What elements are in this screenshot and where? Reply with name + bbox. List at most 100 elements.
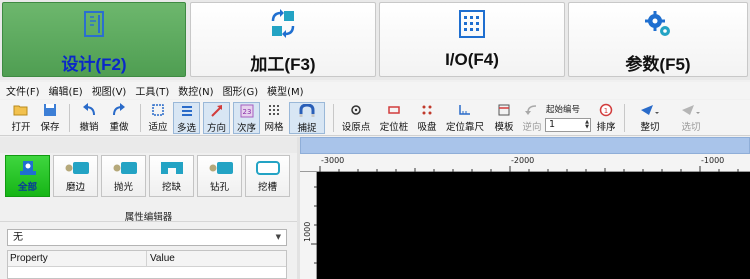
ruler-label-y1: 1000 bbox=[303, 221, 312, 242]
sort-label: 排序 bbox=[596, 122, 616, 133]
all-parts-icon bbox=[19, 161, 36, 175]
direction-toggle[interactable]: 方向 bbox=[203, 102, 230, 134]
category-edge-grind-label: 磨边 bbox=[65, 182, 85, 193]
category-edge-grind[interactable]: 磨边 bbox=[53, 155, 98, 197]
gears-icon bbox=[645, 11, 670, 36]
column-value[interactable]: Value bbox=[148, 251, 286, 267]
multiselect-label: 多选 bbox=[176, 123, 196, 134]
polish-icon bbox=[113, 162, 137, 174]
save-label: 保存 bbox=[40, 122, 60, 133]
menu-view[interactable]: 视图(V) bbox=[92, 83, 127, 98]
toolbar-separator bbox=[624, 104, 625, 132]
svg-text:23: 23 bbox=[242, 108, 251, 116]
menu-graphics[interactable]: 图形(G) bbox=[223, 83, 259, 98]
order-number-icon: 23 bbox=[240, 104, 253, 118]
property-grid: Property Value bbox=[7, 250, 287, 279]
template-label: 模板 bbox=[494, 122, 514, 133]
category-all[interactable]: 全部 bbox=[5, 155, 50, 197]
category-all-label: 全部 bbox=[17, 182, 37, 193]
horizontal-ruler: -3000 -2000 -1000 bbox=[300, 154, 750, 172]
template-icon bbox=[498, 104, 510, 116]
groove-icon bbox=[255, 161, 280, 175]
open-label: 打开 bbox=[11, 122, 31, 133]
menu-model[interactable]: 模型(M) bbox=[267, 83, 303, 98]
suction-button[interactable]: 吸盘 bbox=[414, 102, 440, 134]
save-button[interactable]: 保存 bbox=[37, 102, 63, 134]
menu-nc[interactable]: 数控(N) bbox=[178, 83, 213, 98]
property-type-value: 无 bbox=[13, 232, 23, 243]
reverse-direction-icon bbox=[525, 105, 537, 115]
open-button[interactable]: 打开 bbox=[8, 102, 34, 134]
chevron-down-icon[interactable]: ▼ bbox=[276, 230, 281, 245]
category-polish[interactable]: 抛光 bbox=[101, 155, 146, 197]
menu-tools[interactable]: 工具(T) bbox=[135, 83, 169, 98]
redo-button[interactable]: 重做 bbox=[106, 102, 132, 134]
ruler-label-x3: -1000 bbox=[701, 156, 725, 165]
svg-text:1: 1 bbox=[604, 107, 608, 115]
start-number-title: 起始编号 bbox=[546, 105, 581, 115]
fit-button[interactable]: 适应 bbox=[146, 102, 170, 134]
category-polish-label: 抛光 bbox=[113, 182, 133, 193]
toolbar-separator bbox=[140, 104, 141, 132]
tab-process[interactable]: 加工(F3) bbox=[190, 2, 376, 77]
redo-arrow-icon bbox=[113, 103, 125, 116]
property-grid-header: Property Value bbox=[8, 251, 286, 267]
ruler-label-x1: -3000 bbox=[321, 156, 345, 165]
multiselect-toggle[interactable]: 多选 bbox=[173, 102, 200, 134]
set-origin-button[interactable]: 设原点 bbox=[340, 102, 372, 134]
edge-grind-icon bbox=[65, 162, 89, 174]
process-arrows-icon bbox=[271, 9, 295, 38]
tab-design[interactable]: 设计(F2) bbox=[2, 2, 186, 77]
fit-label: 适应 bbox=[148, 122, 168, 133]
property-type-select[interactable]: 无 ▼ bbox=[7, 229, 287, 246]
sort-number-icon: 1 bbox=[599, 103, 613, 117]
spin-arrows-icon[interactable]: ▲ ▼ bbox=[585, 120, 589, 130]
drawing-canvas[interactable] bbox=[317, 172, 750, 279]
category-drill-label: 钻孔 bbox=[209, 182, 229, 193]
set-origin-label: 设原点 bbox=[341, 122, 371, 133]
folder-open-icon bbox=[13, 105, 28, 116]
snap-toggle[interactable]: 捕捉 bbox=[289, 102, 325, 134]
design-ruler-icon bbox=[84, 11, 104, 37]
sort-button[interactable]: 1 排序 bbox=[594, 102, 618, 134]
menu-bar: 文件(F) 编辑(E) 视图(V) 工具(T) 数控(N) 图形(G) 模型(M… bbox=[0, 82, 750, 99]
suction-label: 吸盘 bbox=[417, 122, 437, 133]
locate-pile-button[interactable]: 定位桩 bbox=[378, 102, 410, 134]
order-toggle[interactable]: 23 次序 bbox=[233, 102, 260, 134]
tab-design-label: 设计(F2) bbox=[61, 55, 127, 74]
undo-label: 撤销 bbox=[79, 122, 99, 133]
category-groove[interactable]: 挖槽 bbox=[245, 155, 290, 197]
whole-cut-button[interactable]: 整切 bbox=[631, 102, 669, 134]
grid-toggle[interactable]: 网格 bbox=[262, 102, 286, 134]
category-drill[interactable]: 钻孔 bbox=[197, 155, 242, 197]
category-notch[interactable]: 挖缺 bbox=[149, 155, 194, 197]
mode-tab-bar: 设计(F2) 加工(F3) I/O(F4) 参数(F5) bbox=[0, 0, 750, 80]
tab-io-label: I/O(F4) bbox=[445, 50, 499, 69]
column-property[interactable]: Property bbox=[8, 251, 147, 267]
tab-params-label: 参数(F5) bbox=[625, 55, 691, 74]
locate-ruler-button[interactable]: 定位靠尺 bbox=[444, 102, 486, 134]
template-button[interactable]: 模板 bbox=[491, 102, 517, 134]
origin-target-icon bbox=[351, 105, 361, 115]
undo-button[interactable]: 撤销 bbox=[76, 102, 102, 134]
undo-arrow-icon bbox=[83, 103, 95, 116]
vertical-ruler: 1000 bbox=[300, 172, 317, 279]
menu-file[interactable]: 文件(F) bbox=[6, 83, 40, 98]
multiselect-list-icon bbox=[181, 106, 192, 116]
magnet-snap-icon bbox=[299, 104, 315, 117]
category-notch-label: 挖缺 bbox=[161, 182, 181, 193]
snap-label: 捕捉 bbox=[297, 123, 317, 134]
locate-pile-label: 定位桩 bbox=[379, 122, 409, 133]
save-disk-icon bbox=[44, 104, 56, 116]
toolbar-separator bbox=[69, 104, 70, 132]
start-number-spinbox[interactable]: 1 ▲ ▼ bbox=[545, 118, 591, 132]
reverse-button[interactable]: 逆向 bbox=[520, 102, 544, 134]
locate-pile-icon bbox=[388, 106, 400, 114]
select-cut-label: 选切 bbox=[681, 122, 701, 133]
select-cut-button[interactable]: 选切 bbox=[672, 102, 710, 134]
tab-params[interactable]: 参数(F5) bbox=[568, 2, 748, 77]
suction-cup-icon bbox=[422, 105, 432, 115]
menu-edit[interactable]: 编辑(E) bbox=[49, 83, 83, 98]
drill-icon bbox=[209, 162, 233, 174]
tab-io[interactable]: I/O(F4) bbox=[379, 2, 565, 77]
